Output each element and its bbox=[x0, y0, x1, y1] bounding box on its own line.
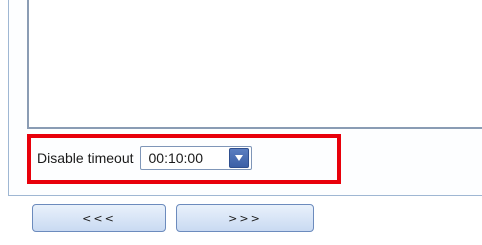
time-dropdown-button[interactable] bbox=[228, 148, 249, 168]
disable-timeout-label: Disable timeout bbox=[37, 150, 134, 166]
chevron-down-icon bbox=[234, 155, 243, 161]
disable-timeout-row: Disable timeout 00:10:00 bbox=[37, 145, 252, 171]
disable-timeout-value[interactable]: 00:10:00 bbox=[141, 150, 229, 166]
previous-button[interactable]: <<< bbox=[32, 204, 166, 232]
list-panel[interactable] bbox=[27, 0, 482, 129]
next-button[interactable]: >>> bbox=[176, 204, 314, 232]
disable-timeout-picker[interactable]: 00:10:00 bbox=[139, 146, 252, 170]
